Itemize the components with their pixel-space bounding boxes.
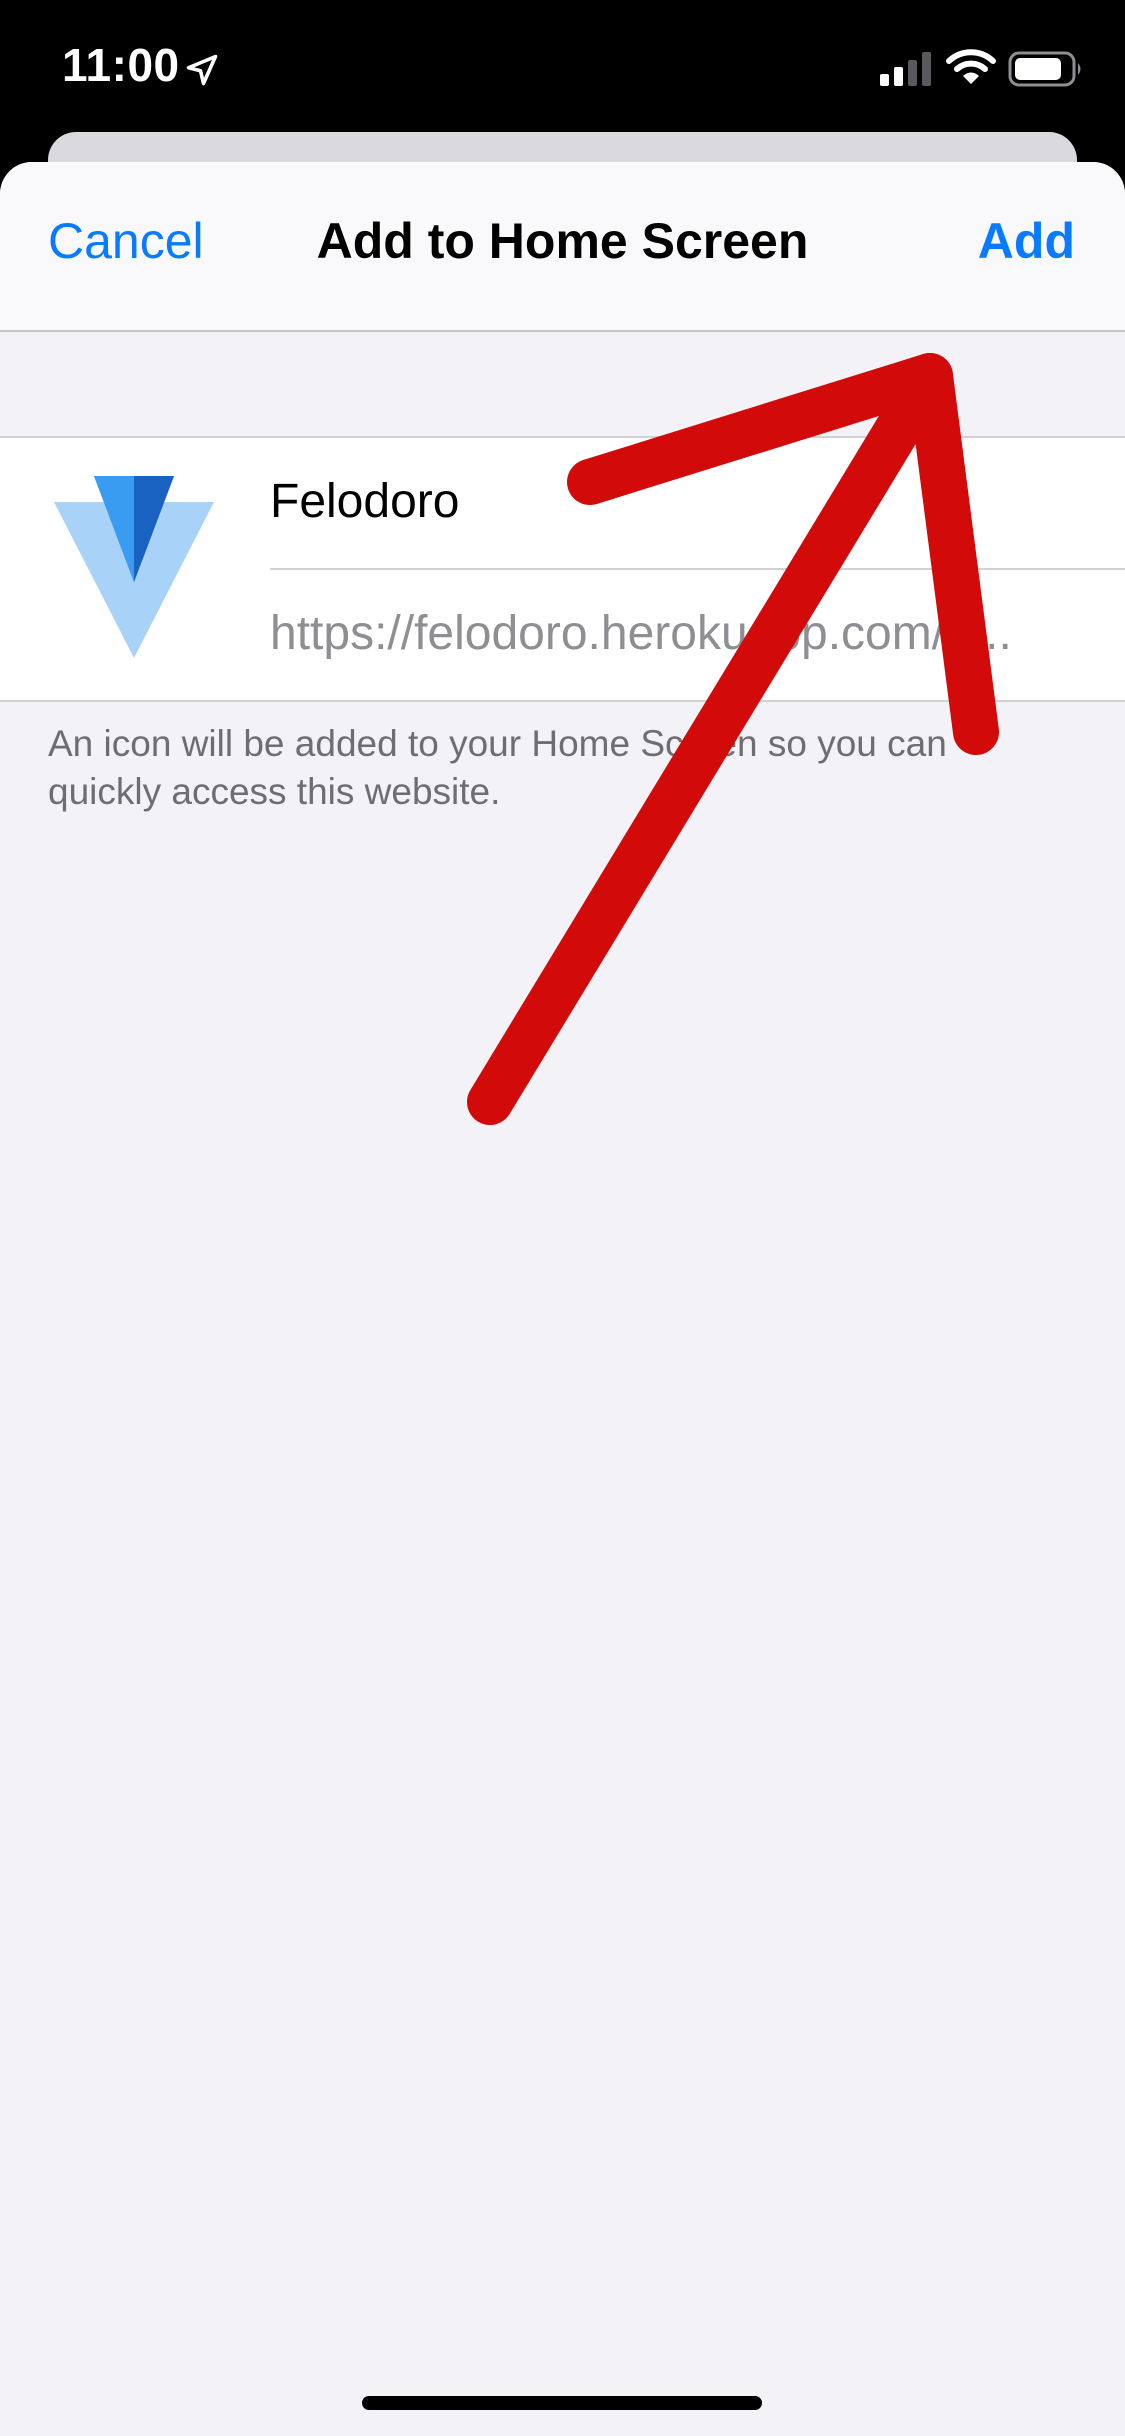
home-indicator: [362, 2396, 762, 2410]
field-divider: [270, 568, 1125, 570]
bookmark-name-field[interactable]: Felodoro: [270, 474, 459, 529]
add-to-home-sheet: Cancel Add to Home Screen Add Felodoro h…: [0, 162, 1125, 2436]
sheet-title: Add to Home Screen: [316, 213, 809, 269]
status-time: 11:00: [62, 39, 180, 91]
navigation-bar: Cancel Add to Home Screen Add: [0, 162, 1125, 332]
footnote-text: An icon will be added to your Home Scree…: [48, 723, 947, 812]
bookmark-card: Felodoro https://felodoro.herokuapp.com/…: [0, 436, 1125, 702]
wifi-icon: [946, 49, 996, 84]
battery-icon: [1008, 51, 1081, 87]
location-arrow-icon: [186, 54, 218, 86]
felodoro-app-icon: [54, 476, 214, 658]
status-bar: 11:00: [0, 0, 1125, 140]
bookmark-url: https://felodoro.herokuapp.com/?...: [270, 607, 1012, 660]
add-button[interactable]: Add: [978, 212, 1075, 270]
cellular-signal-icon: [880, 52, 931, 86]
